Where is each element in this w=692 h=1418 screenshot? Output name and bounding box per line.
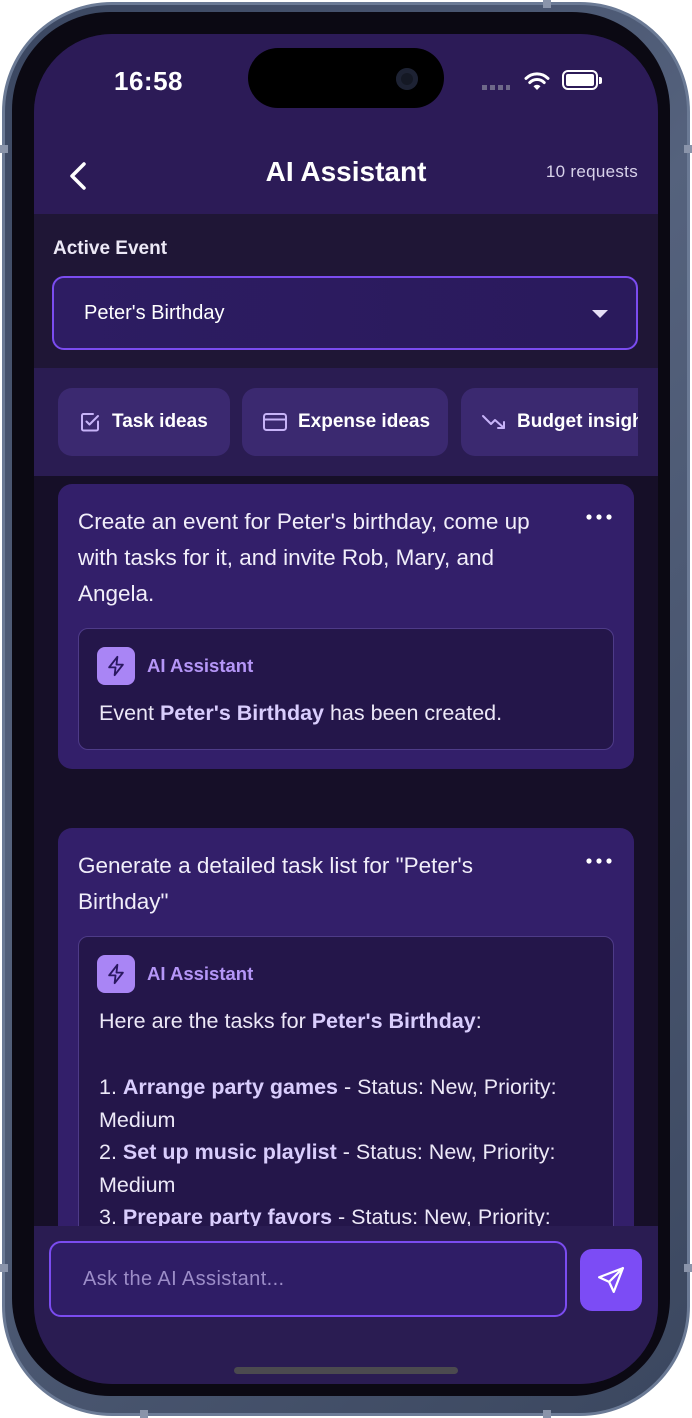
chip-label: Task ideas <box>112 411 208 432</box>
composer-bar <box>34 1226 658 1384</box>
chip-label: Budget insights <box>517 411 638 432</box>
task-item: 1. Arrange party games - Status: New, Pr… <box>99 1075 557 1132</box>
signal-icon <box>482 85 510 90</box>
camera-icon <box>396 68 418 90</box>
more-options-icon[interactable] <box>586 858 612 864</box>
task-item: 2. Set up music playlist - Status: New, … <box>99 1140 556 1197</box>
chip-task-ideas[interactable]: Task ideas <box>58 388 230 456</box>
home-indicator <box>234 1367 458 1374</box>
send-button[interactable] <box>580 1249 642 1311</box>
chip-expense-ideas[interactable]: Expense ideas <box>242 388 448 456</box>
frame-button <box>684 145 692 153</box>
message-prompt: Create an event for Peter's birthday, co… <box>78 509 530 606</box>
active-event-select[interactable]: Peter's Birthday <box>52 276 638 350</box>
caret-down-icon <box>592 310 608 318</box>
reply-intro: Here are the tasks for Peter's Birthday: <box>99 1009 482 1033</box>
requests-count: 10 requests <box>545 162 638 181</box>
send-icon <box>598 1267 624 1293</box>
active-event-value: Peter's Birthday <box>84 302 225 324</box>
app-screen: 16:58 AI Assistant 10 requests Active Ev… <box>34 34 658 1384</box>
battery-icon <box>562 70 602 90</box>
credit-card-icon <box>263 413 287 431</box>
wifi-icon <box>524 72 550 90</box>
suggestion-chips: Task ideas Expense ideas Budget insights <box>34 368 658 476</box>
reply-author: AI Assistant <box>147 963 254 984</box>
frame-button <box>684 1264 692 1272</box>
reply-header: AI Assistant <box>97 955 253 993</box>
message-card: Create an event for Peter's birthday, co… <box>58 484 634 769</box>
message-prompt: Generate a detailed task list for "Peter… <box>78 853 473 914</box>
more-options-icon[interactable] <box>586 514 612 520</box>
lightning-icon <box>97 955 135 993</box>
message-list[interactable]: Create an event for Peter's birthday, co… <box>34 476 658 1226</box>
reply-header: AI Assistant <box>97 647 253 685</box>
status-time: 16:58 <box>114 66 183 96</box>
chip-budget-insights[interactable]: Budget insights <box>461 388 638 456</box>
frame-button <box>0 145 8 153</box>
reply-author: AI Assistant <box>147 655 254 676</box>
active-event-label: Active Event <box>53 238 168 259</box>
ask-input[interactable] <box>49 1241 567 1317</box>
chip-label: Expense ideas <box>298 411 431 432</box>
assistant-reply: AI Assistant Event Peter's Birthday has … <box>78 628 614 750</box>
frame-button <box>543 1410 551 1418</box>
frame-button <box>0 1264 8 1272</box>
frame-button <box>543 0 551 8</box>
assistant-reply: AI Assistant Here are the tasks for Pete… <box>78 936 614 1226</box>
nav-bar: AI Assistant 10 requests <box>34 144 658 214</box>
task-item: 3. Prepare party favors - Status: New, P… <box>99 1205 551 1226</box>
message-card: Generate a detailed task list for "Peter… <box>58 828 634 1226</box>
frame-button <box>140 1410 148 1418</box>
reply-text: Event Peter's Birthday has been created. <box>99 701 503 725</box>
active-event-section: Active Event Peter's Birthday <box>34 214 658 368</box>
checkbox-icon <box>81 413 99 432</box>
trending-down-icon <box>482 415 505 429</box>
lightning-icon <box>97 647 135 685</box>
status-bar: 16:58 <box>34 34 658 144</box>
chips-scroller[interactable]: Task ideas Expense ideas Budget insights <box>58 388 638 456</box>
